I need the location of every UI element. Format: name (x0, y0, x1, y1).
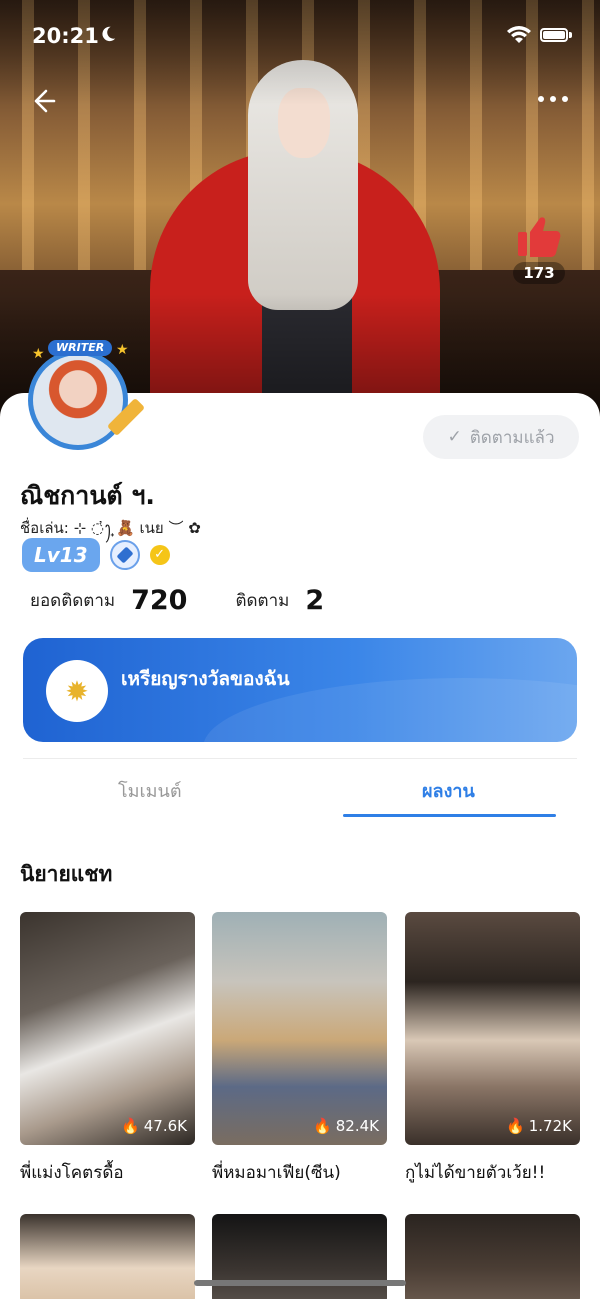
story-thumbnail (212, 1214, 387, 1299)
star-icon: ★ (32, 346, 45, 362)
tab-works[interactable]: ผลงาน (422, 776, 475, 805)
verified-check-icon[interactable]: ✓ (149, 545, 170, 565)
story-card[interactable] (20, 1214, 195, 1299)
home-indicator[interactable] (194, 1280, 406, 1286)
view-count: 🔥 82.4K (313, 1117, 379, 1135)
diamond-badge-icon[interactable] (109, 540, 140, 570)
story-card[interactable] (405, 1214, 580, 1299)
flame-icon: 🔥 (313, 1117, 332, 1135)
tab-moments[interactable]: โมเมนต์ (118, 776, 182, 805)
story-card[interactable]: 🔥 1.72K กูไม่ได้ขายตัวเว้ย!! (405, 912, 580, 1186)
story-card[interactable] (212, 1214, 387, 1299)
thumbs-up-icon (518, 217, 561, 257)
profile-name: ณิชกานต์ ฯ. (20, 481, 155, 510)
avatar-image (33, 355, 123, 445)
moon-icon (102, 26, 116, 42)
status-time: 20:21 (32, 24, 99, 48)
flame-icon: 🔥 (121, 1117, 140, 1135)
checkmark-icon: ✓ (447, 427, 462, 447)
my-rewards-banner[interactable]: ✹ เหรียญรางวัลของฉัน (23, 638, 577, 742)
star-icon: ★ (116, 342, 129, 358)
flame-icon: 🔥 (506, 1117, 525, 1135)
following-button[interactable]: ✓ ติดตามแล้ว (423, 415, 579, 459)
story-thumbnail: 🔥 47.6K (20, 912, 195, 1145)
story-card[interactable]: 🔥 82.4K พี่หมอมาเฟีย(ซีน) (212, 912, 387, 1186)
story-thumbnail (20, 1214, 195, 1299)
section-title-chat-novels: นิยายแชท (20, 862, 113, 886)
tabs-divider (23, 758, 577, 759)
writer-badge: WRITER (48, 340, 113, 356)
status-bar: 20:21 (0, 0, 600, 72)
profile-page: 20:21 173 WRITER ★ ★ ✓ ติดตามแล้ว ณิชกาน… (0, 0, 600, 1299)
more-options-icon[interactable] (538, 96, 574, 106)
story-title: พี่แม่งโคตรดื้อ (20, 1163, 124, 1183)
medal-icon: ✹ (46, 660, 108, 722)
story-thumbnail: 🔥 82.4K (212, 912, 387, 1145)
profile-badges: Lv13 ✓ (22, 538, 170, 572)
story-title: พี่หมอมาเฟีย(ซีน) (212, 1163, 341, 1183)
wifi-icon (507, 26, 531, 43)
following-label: ติดตาม (235, 591, 290, 611)
active-tab-indicator (343, 814, 556, 817)
view-count: 🔥 47.6K (121, 1117, 187, 1135)
followers-count[interactable]: 720 (131, 585, 187, 616)
view-count: 🔥 1.72K (506, 1117, 572, 1135)
level-badge[interactable]: Lv13 (22, 538, 100, 572)
back-arrow-icon[interactable] (28, 86, 58, 116)
story-title: กูไม่ได้ขายตัวเว้ย!! (405, 1163, 546, 1183)
like-button[interactable]: 173 (510, 214, 568, 290)
profile-stats: ยอดติดตาม 720 ติดตาม 2 (30, 585, 324, 616)
avatar[interactable]: WRITER ★ ★ (18, 340, 146, 452)
story-thumbnail (405, 1214, 580, 1299)
followers-label: ยอดติดตาม (30, 591, 116, 611)
battery-icon (540, 28, 568, 42)
like-count: 173 (513, 262, 565, 284)
story-thumbnail: 🔥 1.72K (405, 912, 580, 1145)
following-count[interactable]: 2 (305, 585, 324, 616)
story-card[interactable]: 🔥 47.6K พี่แม่งโคตรดื้อ (20, 912, 195, 1186)
my-rewards-label: เหรียญรางวัลของฉัน (121, 668, 290, 690)
following-button-label: ติดตามแล้ว (469, 427, 555, 448)
